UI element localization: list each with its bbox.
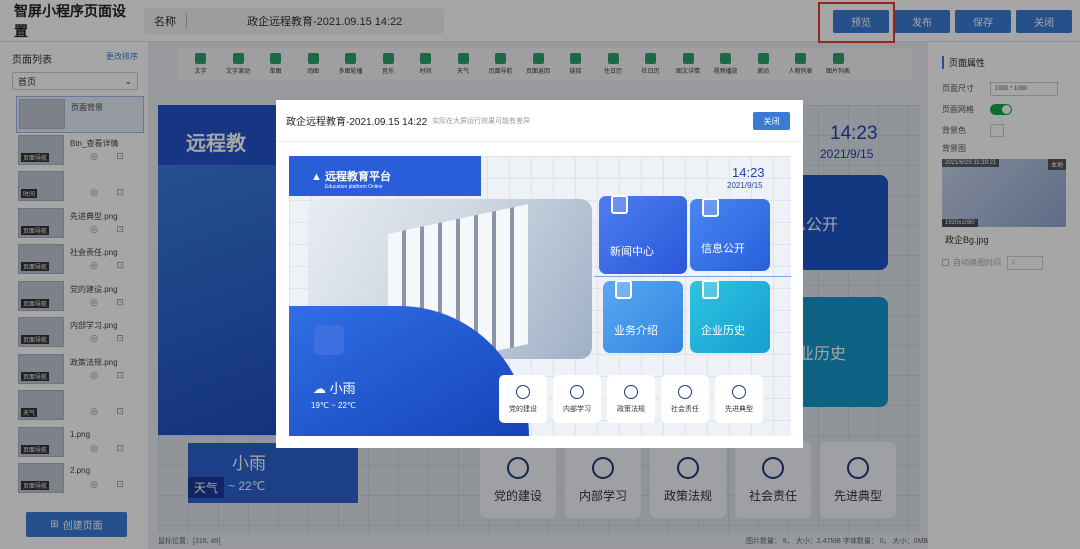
logo-icon: ▲ — [311, 171, 325, 183]
preview-tile-label: 信息公开 — [701, 243, 745, 255]
nav-icon — [516, 384, 530, 399]
preview-nav-label: 社会责任 — [671, 405, 699, 413]
preview-tile-label: 新闻中心 — [610, 246, 654, 258]
cloud-icon: ☁ — [313, 381, 330, 396]
preview-nav-button[interactable]: 政策法规 — [607, 375, 655, 423]
preview-banner: ▲ 远程教育平台 Education platform Online — [289, 156, 481, 196]
tile-icon — [702, 198, 719, 217]
preview-modal: 政企远程教育-2021.09.15 14:22 实际在大屏运行效果可能有差异 关… — [276, 100, 803, 448]
preview-weather-deg: 19℃ ~ 22℃ — [311, 401, 356, 410]
preview-screen: ▲ 远程教育平台 Education platform Online 14:23 … — [289, 156, 791, 436]
preview-nav-label: 先进典型 — [725, 405, 753, 413]
tile-icon — [615, 280, 632, 299]
preview-nav-label: 内部学习 — [563, 405, 591, 413]
preview-tile-label: 企业历史 — [701, 325, 745, 337]
nav-icon — [732, 384, 746, 399]
modal-subtitle: 实际在大屏运行效果可能有差异 — [432, 117, 531, 125]
preview-logo: ▲ 远程教育平台 Education platform Online — [311, 168, 391, 190]
nav-icon — [570, 384, 584, 399]
tile-icon — [611, 195, 628, 214]
nav-icon — [678, 384, 692, 399]
preview-tile[interactable]: 信息公开 — [690, 198, 770, 271]
preview-divider — [594, 276, 791, 277]
nav-icon — [624, 384, 638, 399]
preview-tile[interactable]: 新闻中心 — [599, 195, 687, 274]
preview-date: 2021/9/15 — [727, 181, 763, 190]
preview-clock: 14:23 — [732, 165, 765, 180]
document-icon — [314, 325, 344, 355]
modal-close-button[interactable]: 关闭 — [753, 112, 790, 130]
preview-tile[interactable]: 业务介绍 — [603, 280, 683, 353]
preview-nav-label: 党的建设 — [509, 405, 537, 413]
modal-title: 政企远程教育-2021.09.15 14:22 — [286, 117, 428, 128]
preview-tile[interactable]: 企业历史 — [690, 280, 770, 353]
preview-nav-label: 政策法规 — [617, 405, 645, 413]
preview-nav-button[interactable]: 内部学习 — [553, 375, 601, 423]
preview-nav-button[interactable]: 先进典型 — [715, 375, 763, 423]
preview-nav-button[interactable]: 党的建设 — [499, 375, 547, 423]
preview-weather: ☁ 小雨 — [313, 381, 356, 396]
preview-nav-button[interactable]: 社会责任 — [661, 375, 709, 423]
tile-icon — [702, 280, 719, 299]
preview-tile-label: 业务介绍 — [614, 325, 658, 337]
logo-subtext: Education platform Online — [325, 184, 383, 190]
logo-text: 远程教育平台 — [324, 171, 391, 183]
